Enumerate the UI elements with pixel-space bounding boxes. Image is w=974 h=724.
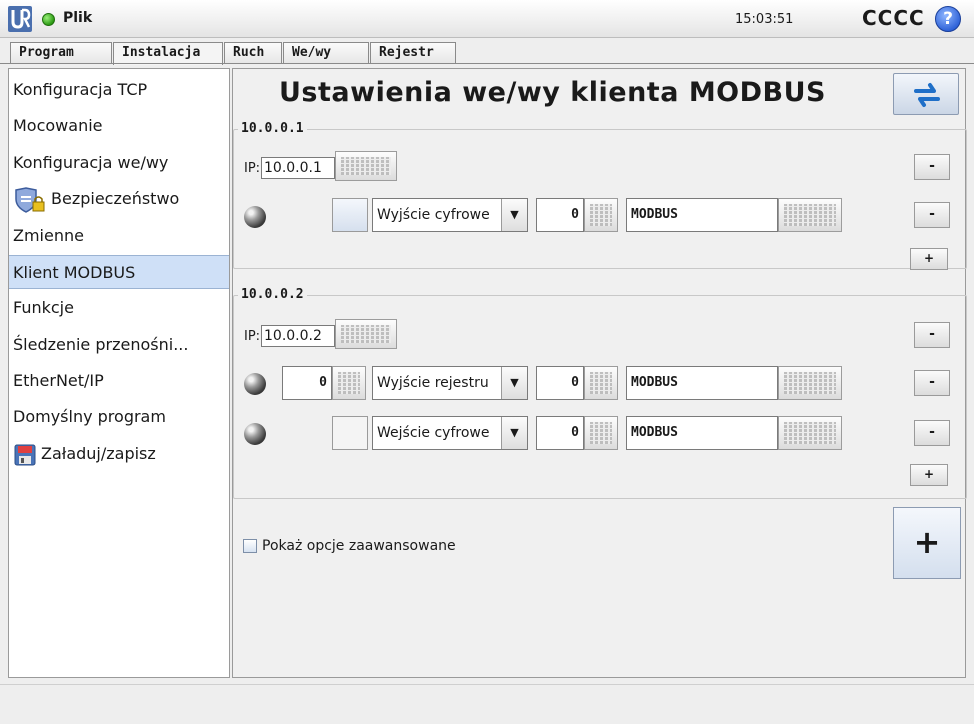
numpad-icon[interactable] xyxy=(332,366,366,400)
signal-address-field[interactable]: 0 xyxy=(536,198,584,232)
signal-name-field[interactable]: MODBUS xyxy=(626,366,778,400)
title-bar: Plik 15:03:51 CCCC ? xyxy=(0,0,974,38)
modbus-unit-group: 10.0.0.2 IP: 10.0.0.2 - 0 Wyjście rejest… xyxy=(233,287,967,499)
signal-status-icon xyxy=(244,373,266,395)
signal-type-select[interactable]: Wyjście cyfrowe ▼ xyxy=(372,198,528,232)
advanced-options-label: Pokaż opcje zaawansowane xyxy=(262,538,456,554)
modbus-unit-group: 10.0.0.1 IP: 10.0.0.1 - Wyjście cyfrowe … xyxy=(233,121,967,270)
sidebar-item-label: Funkcje xyxy=(13,298,74,317)
sidebar-item-safety[interactable]: Bezpieczeństwo xyxy=(9,182,229,216)
tab-move[interactable]: Ruch xyxy=(224,42,282,64)
floppy-icon xyxy=(14,444,36,465)
remove-signal-button[interactable]: - xyxy=(914,202,950,228)
keyboard-icon[interactable] xyxy=(778,416,842,450)
sidebar-item-label: Bezpieczeństwo xyxy=(51,189,180,208)
chevron-down-icon: ▼ xyxy=(501,417,527,449)
signal-status-icon xyxy=(244,423,266,445)
numpad-icon[interactable] xyxy=(584,198,618,232)
signal-type-value: Wejście cyfrowe xyxy=(377,425,490,441)
refresh-button[interactable] xyxy=(893,73,959,115)
signal-address-field[interactable]: 0 xyxy=(536,366,584,400)
signal-value-toggle[interactable] xyxy=(332,198,368,232)
robot-name: CCCC xyxy=(862,6,925,30)
refresh-arrows-icon xyxy=(914,83,940,107)
sidebar-item-label: Załaduj/zapisz xyxy=(41,444,156,463)
unit-legend: 10.0.0.1 xyxy=(238,121,307,136)
remove-unit-button[interactable]: - xyxy=(914,322,950,348)
tab-program[interactable]: Program xyxy=(10,42,112,64)
numpad-icon[interactable] xyxy=(584,416,618,450)
keyboard-icon[interactable] xyxy=(335,151,397,181)
sidebar-item-label: Śledzenie przenośni... xyxy=(13,335,189,354)
advanced-options-checkbox[interactable] xyxy=(243,539,257,553)
signal-value-indicator xyxy=(332,416,368,450)
sidebar-item-io-setup[interactable]: Konfiguracja we/wy xyxy=(9,146,229,180)
add-signal-button[interactable]: + xyxy=(910,464,948,486)
ip-address-field[interactable]: 10.0.0.2 xyxy=(261,325,335,347)
sidebar-item-ethernet-ip[interactable]: EtherNet/IP xyxy=(9,364,229,398)
help-button[interactable]: ? xyxy=(935,6,961,32)
sidebar-item-tcp[interactable]: Konfiguracja TCP xyxy=(9,73,229,107)
signal-type-value: Wyjście cyfrowe xyxy=(377,207,490,223)
unit-legend: 10.0.0.2 xyxy=(238,287,307,302)
sidebar-item-label: Klient MODBUS xyxy=(13,263,136,282)
ip-address-field[interactable]: 10.0.0.1 xyxy=(261,157,335,179)
keyboard-icon[interactable] xyxy=(335,319,397,349)
sidebar-item-label: Zmienne xyxy=(13,226,84,245)
sidebar-item-modbus[interactable]: Klient MODBUS xyxy=(9,255,229,289)
tab-log[interactable]: Rejestr xyxy=(370,42,456,64)
sidebar-item-load-save[interactable]: Załaduj/zapisz xyxy=(9,437,229,471)
signal-type-select[interactable]: Wyjście rejestru ▼ xyxy=(372,366,528,400)
keyboard-icon[interactable] xyxy=(778,366,842,400)
tab-divider xyxy=(0,63,974,64)
ur-logo-icon xyxy=(8,6,32,32)
page-title: Ustawienia we/wy klienta MODBUS xyxy=(279,77,826,108)
remove-unit-button[interactable]: - xyxy=(914,154,950,180)
footer-divider xyxy=(0,684,974,685)
sidebar-item-features[interactable]: Funkcje xyxy=(9,291,229,325)
register-value-field[interactable]: 0 xyxy=(282,366,332,400)
status-indicator-icon xyxy=(42,13,55,26)
sidebar-item-variables[interactable]: Zmienne xyxy=(9,219,229,253)
signal-type-select[interactable]: Wejście cyfrowe ▼ xyxy=(372,416,528,450)
sidebar-item-label: Mocowanie xyxy=(13,116,103,135)
clock: 15:03:51 xyxy=(735,12,794,27)
remove-signal-button[interactable]: - xyxy=(914,370,950,396)
signal-name-field[interactable]: MODBUS xyxy=(626,198,778,232)
chevron-down-icon: ▼ xyxy=(501,199,527,231)
sidebar-item-label: EtherNet/IP xyxy=(13,371,104,390)
file-menu[interactable]: Plik xyxy=(63,10,92,26)
shield-lock-icon xyxy=(15,186,45,213)
keyboard-icon[interactable] xyxy=(778,198,842,232)
ip-prefix-label: IP: xyxy=(244,329,261,344)
tab-installation[interactable]: Instalacja xyxy=(113,42,223,65)
tab-io[interactable]: We/wy xyxy=(283,42,369,64)
signal-type-value: Wyjście rejestru xyxy=(377,375,489,391)
remove-signal-button[interactable]: - xyxy=(914,420,950,446)
tab-bar: Program Instalacja Ruch We/wy Rejestr xyxy=(0,42,974,65)
sidebar-item-mounting[interactable]: Mocowanie xyxy=(9,109,229,143)
signal-address-field[interactable]: 0 xyxy=(536,416,584,450)
add-unit-button[interactable]: + xyxy=(893,507,961,579)
signal-name-field[interactable]: MODBUS xyxy=(626,416,778,450)
sidebar-item-default-program[interactable]: Domyślny program xyxy=(9,400,229,434)
ip-prefix-label: IP: xyxy=(244,161,261,176)
installation-sidebar: Konfiguracja TCP Mocowanie Konfiguracja … xyxy=(8,68,230,678)
sidebar-item-label: Konfiguracja TCP xyxy=(13,80,148,99)
modbus-panel: Ustawienia we/wy klienta MODBUS 10.0.0.1… xyxy=(232,68,967,678)
chevron-down-icon: ▼ xyxy=(501,367,527,399)
signal-status-icon xyxy=(244,206,266,228)
sidebar-item-conveyor[interactable]: Śledzenie przenośni... xyxy=(9,328,229,362)
sidebar-item-label: Konfiguracja we/wy xyxy=(13,153,169,172)
sidebar-item-label: Domyślny program xyxy=(13,407,166,426)
numpad-icon[interactable] xyxy=(584,366,618,400)
add-signal-button[interactable]: + xyxy=(910,248,948,270)
